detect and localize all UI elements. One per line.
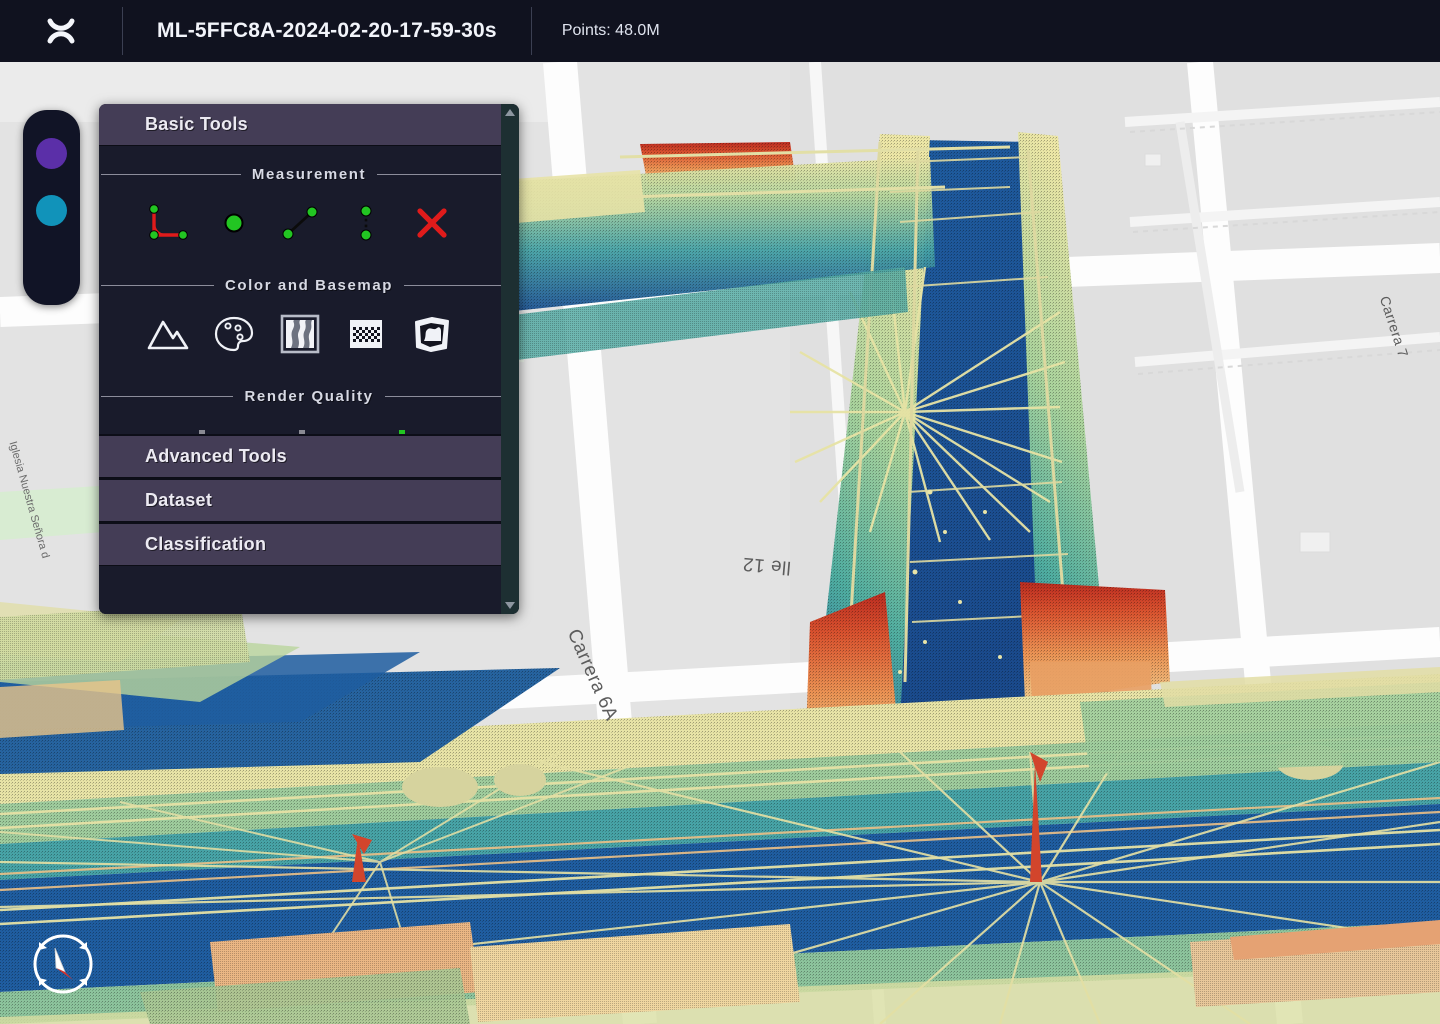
section-header-dataset[interactable]: Dataset [99,480,519,522]
quality-high-icon [399,430,405,434]
rule-right-quality [384,396,517,397]
group-title-render-quality: Render Quality [244,388,374,405]
pointcloud-viewer-app: Carrera 6A lle 12 Carrera 7 Iglesia Nues… [0,0,1440,1024]
quality-low-button[interactable] [135,419,235,434]
quality-medium-button[interactable] [235,419,335,434]
panel-scrollbar[interactable] [501,104,519,614]
layer-toggle-rail [23,110,80,305]
height-measure-icon [360,205,372,241]
layer-toggle-purple[interactable] [36,138,67,169]
palette-color-icon [214,316,254,352]
group-label-color-basemap: Color and Basemap [99,277,519,294]
dataset-title: ML-5FFC8A-2024-02-20-17-59-30s [157,19,497,42]
scroll-up-icon[interactable] [505,109,515,116]
no-basemap-button[interactable] [333,308,399,360]
distance-measure-button[interactable] [267,197,333,249]
group-label-render-quality: Render Quality [99,388,519,405]
section-header-advanced-tools[interactable]: Advanced Tools [99,436,519,478]
quality-low-icon [199,430,205,434]
palette-color-button[interactable] [201,308,267,360]
angle-measure-icon [149,204,188,240]
imagery-basemap-button[interactable] [267,308,333,360]
group-title-color-basemap: Color and Basemap [224,277,394,294]
app-logo[interactable] [0,0,122,62]
pointcloud-horizontal-corridor [0,602,1440,1024]
panel-footer-space [99,566,519,614]
group-label-measurement: Measurement [99,166,519,183]
compass-control[interactable] [25,926,101,1002]
render-quality-row [99,409,519,434]
imagery-basemap-icon [280,314,320,354]
section-header-basic-tools[interactable]: Basic Tools [99,104,519,146]
compass-needle-icon [33,934,93,994]
scroll-down-icon[interactable] [505,602,515,609]
section-header-classification[interactable]: Classification [99,524,519,566]
measurement-tool-row [99,187,519,259]
rule-left-quality [101,396,234,397]
tools-panel: Basic Tools Measurement Color and Basema… [99,104,519,614]
clear-measurements-button[interactable] [399,197,465,249]
rule-left-color [101,285,214,286]
basic-tools-body: Measurement Color and Basemap Render Qua… [99,148,519,434]
hourglass-arcs-logo-icon [47,18,75,44]
rule-left-measurement [101,174,241,175]
folded-map-icon [415,317,449,352]
point-measure-button[interactable] [201,197,267,249]
group-title-measurement: Measurement [251,166,367,183]
clear-measurements-icon [417,208,447,238]
point-measure-icon [224,213,244,233]
quality-high-button[interactable] [335,419,435,434]
no-basemap-icon [350,320,382,348]
distance-measure-icon [282,206,318,240]
folded-map-button[interactable] [399,308,465,360]
point-count-label: Points: 48.0M [561,22,660,39]
top-bar: ML-5FFC8A-2024-02-20-17-59-30s Points: 4… [0,0,1440,62]
layer-toggle-cyan[interactable] [36,195,67,226]
angle-measure-button[interactable] [135,197,201,249]
rule-right-measurement [377,174,517,175]
elevation-color-button[interactable] [135,308,201,360]
elevation-color-icon [147,320,189,350]
color-basemap-row [99,298,519,370]
height-measure-button[interactable] [333,197,399,249]
quality-medium-icon [299,430,305,434]
